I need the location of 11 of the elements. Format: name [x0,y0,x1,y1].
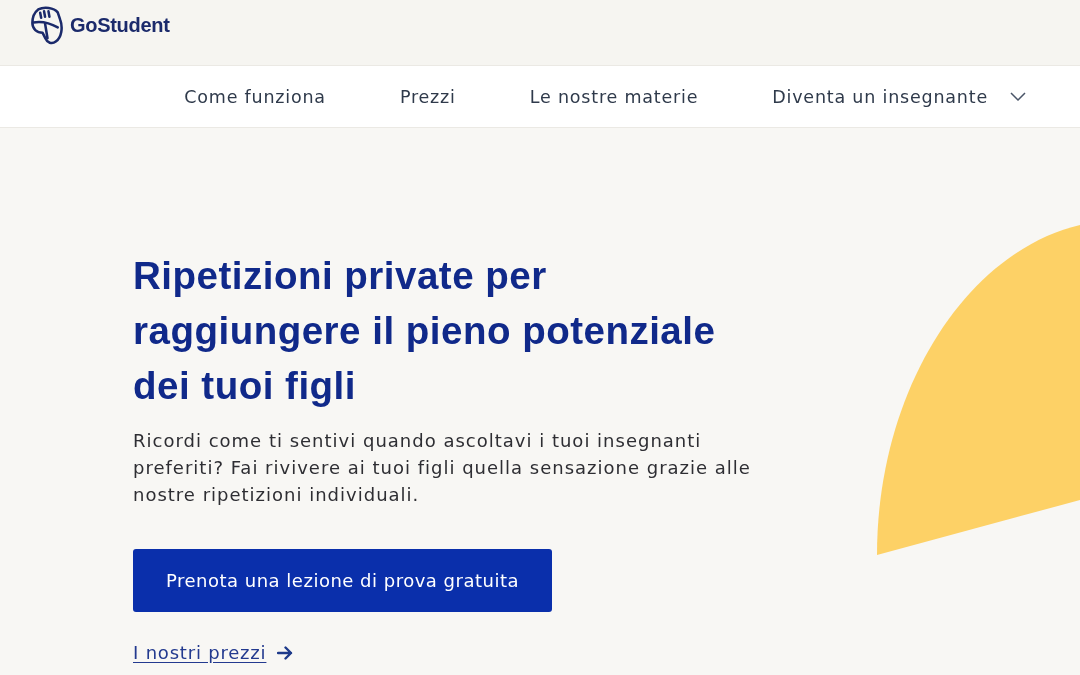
arrow-right-icon [277,646,294,660]
hero-heading: Ripetizioni private per raggiungere il pieno potenziale dei tuoi figli [133,253,717,409]
pricing-link[interactable]: I nostri prezzi [133,641,294,665]
hero-description: Ricordi come ti sentivi quando ascoltavi i tuoi insegnanti preferiti? Fai rivivere ai tuoi figli quella sensazione grazie alle nostre ripetizioni individuali. [133,429,752,507]
nav-link[interactable]: Come funziona [184,86,326,107]
nav-link[interactable]: Le nostre materie [529,86,699,107]
logo-icon [30,5,64,45]
book-lesson-button[interactable]: Prenota una lezione di prova gratuita [133,549,552,612]
logo-link[interactable]: GoStudent [30,5,170,45]
nav-link[interactable]: Diventa un insegnante [772,86,1026,107]
nav-link[interactable]: Prezzi [399,86,456,107]
